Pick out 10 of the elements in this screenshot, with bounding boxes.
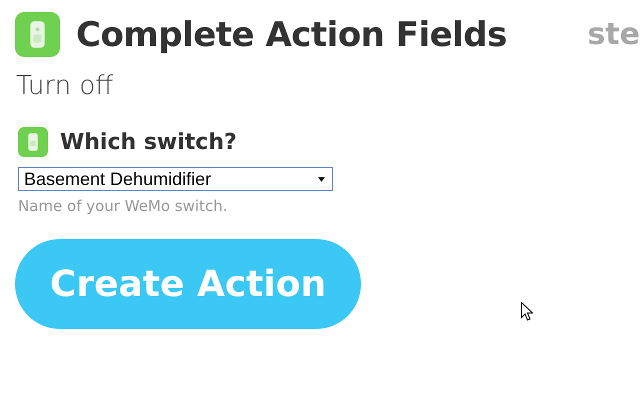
action-name: Turn off [16, 71, 114, 101]
switch-icon [15, 12, 60, 57]
cursor-icon [521, 302, 533, 321]
field-hint: Name of your WeMo switch. [18, 197, 228, 215]
page-title: Complete Action Fields [76, 14, 507, 54]
field-label: Which switch? [60, 130, 237, 154]
switch-icon [18, 127, 48, 157]
step-label: ste [587, 17, 640, 52]
switch-dropdown[interactable]: Basement Dehumidifier [18, 167, 333, 191]
caret-icon [318, 176, 325, 182]
